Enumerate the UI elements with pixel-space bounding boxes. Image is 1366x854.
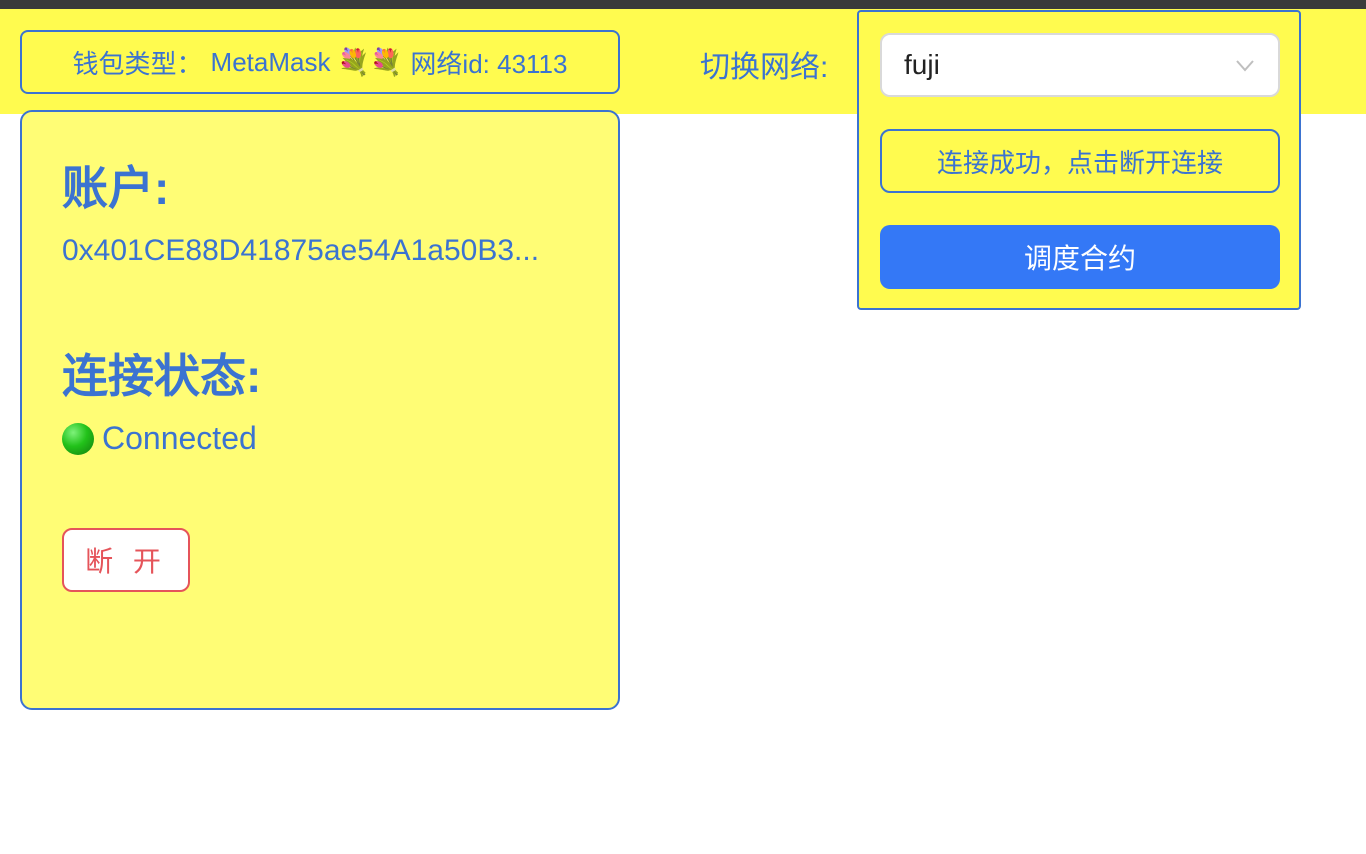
network-select-value: fuji <box>904 49 940 80</box>
switch-network-label: 切换网络: <box>700 51 829 84</box>
account-card: 账户: 0x401CE88D41875ae54A1a50B3... 连接状态: … <box>20 110 620 710</box>
wallet-info-box: 钱包类型： MetaMask 💐💐 网络id: 43113 <box>20 30 620 94</box>
dispatch-contract-button[interactable]: 调度合约 <box>880 225 1280 289</box>
account-address: 0x401CE88D41875ae54A1a50B3... <box>62 234 540 267</box>
wallet-type-label: 钱包类型： <box>72 48 203 79</box>
chevron-down-icon <box>1236 60 1254 72</box>
connection-status-text: Connected <box>102 420 257 456</box>
wallet-name: MetaMask 💐💐 <box>210 46 403 77</box>
network-select[interactable]: fuji <box>880 33 1280 97</box>
connection-status: Connected <box>62 420 257 457</box>
connected-disconnect-button[interactable]: 连接成功，点击断开连接 <box>880 129 1280 193</box>
network-id: 网络id: 43113 <box>410 48 568 79</box>
window-top-bar <box>0 0 1366 9</box>
account-heading: 账户: <box>62 162 170 214</box>
connection-status-heading: 连接状态: <box>62 350 262 402</box>
green-circle-icon <box>62 422 94 455</box>
disconnect-button[interactable]: 断 开 <box>62 528 190 592</box>
network-panel: fuji 连接成功，点击断开连接 调度合约 <box>857 10 1301 310</box>
